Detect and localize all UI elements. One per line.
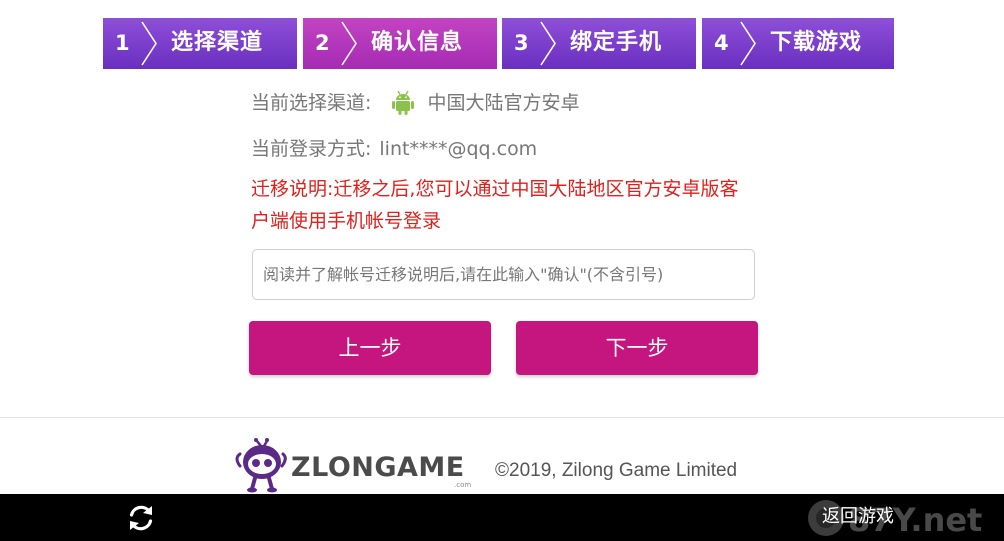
step-label: 选择渠道 <box>171 30 264 55</box>
logo-domain: .com <box>454 481 471 489</box>
login-value: lint****@qq.com <box>379 138 538 160</box>
zlongame-logo: ZLONGAME .com <box>235 438 471 493</box>
step-number: 3 <box>514 31 529 55</box>
chevron-right-icon <box>341 21 357 66</box>
migration-page: 1 选择渠道 2 确认信息 3 绑定手机 4 下载游戏 当前选择渠道: 中国大陆… <box>0 0 1004 541</box>
step-2: 2 确认信息 <box>303 18 497 69</box>
step-label: 下载游戏 <box>770 30 863 55</box>
copyright-text: ©2019, Zilong Game Limited <box>495 460 738 481</box>
step-3: 3 绑定手机 <box>502 18 696 69</box>
chevron-right-icon <box>740 21 756 66</box>
android-icon <box>392 90 415 115</box>
current-login-row: 当前登录方式: lint****@qq.com <box>251 135 537 163</box>
current-channel-row: 当前选择渠道: 中国大陆官方安卓 <box>251 89 580 117</box>
previous-step-button[interactable]: 上一步 <box>249 321 491 375</box>
step-number: 4 <box>714 31 729 55</box>
login-label: 当前登录方式: <box>251 138 372 160</box>
step-label: 确认信息 <box>371 30 464 55</box>
step-1: 1 选择渠道 <box>103 18 297 69</box>
step-progress-bar: 1 选择渠道 2 确认信息 3 绑定手机 4 下载游戏 <box>103 18 894 69</box>
step-4: 4 下载游戏 <box>702 18 894 69</box>
chevron-right-icon <box>540 21 556 66</box>
step-number: 1 <box>115 31 130 55</box>
logo-wordmark: ZLONGAME <box>291 452 465 483</box>
channel-value: 中国大陆官方安卓 <box>427 92 580 114</box>
step-label: 绑定手机 <box>570 30 663 55</box>
confirm-input[interactable] <box>252 249 755 300</box>
divider <box>0 417 1004 418</box>
migration-note: 迁移说明:迁移之后,您可以通过中国大陆地区官方安卓版客户端使用手机帐号登录 <box>251 178 739 232</box>
channel-label: 当前选择渠道: <box>251 92 372 114</box>
step-number: 2 <box>315 31 330 55</box>
bottom-toolbar: 87Y.net 返回游戏 <box>0 494 1004 541</box>
next-step-button[interactable]: 下一步 <box>516 321 758 375</box>
refresh-icon[interactable] <box>125 502 157 534</box>
return-to-game-button[interactable]: 返回游戏 <box>822 504 894 530</box>
chevron-right-icon <box>141 21 157 66</box>
